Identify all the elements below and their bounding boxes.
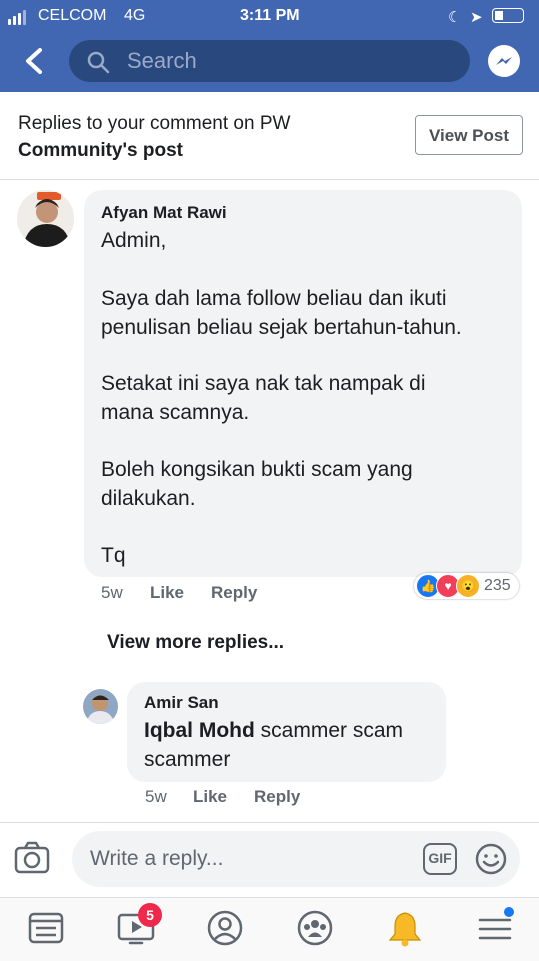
divider [0, 179, 539, 180]
reply-button[interactable]: Reply [211, 582, 257, 604]
moon-icon: ☾ [448, 9, 462, 26]
comment-text: mana scamnya. [101, 401, 250, 424]
clock: 3:11 PM [240, 7, 300, 24]
signal-icon [8, 10, 26, 25]
battery-icon [492, 8, 524, 23]
reply-time: 5w [145, 787, 167, 806]
avatar[interactable] [17, 190, 74, 247]
location-icon: ➤ [470, 9, 483, 26]
emoji-icon[interactable] [475, 843, 507, 880]
back-arrow-icon[interactable] [20, 44, 50, 78]
comment-text: penulisan beliau sejak bertahun-tahun. [101, 316, 462, 339]
reply-button[interactable]: Reply [254, 786, 300, 808]
comment-time: 5w [101, 583, 123, 602]
comment-text: Setakat ini saya nak tak nampak di [101, 372, 426, 395]
notification-text-line1: Replies to your comment on PW [18, 113, 291, 134]
reply-text: Iqbal Mohd scammer scam [144, 716, 403, 746]
notifications-icon[interactable] [385, 908, 425, 948]
bottom-navigation [0, 897, 539, 961]
notification-text-line2: Community's post [18, 140, 183, 161]
avatar[interactable] [83, 689, 118, 724]
reply-author[interactable]: Amir San [144, 693, 219, 713]
carrier-label: CELCOM [38, 7, 107, 24]
divider [0, 822, 539, 823]
comment-text: Saya dah lama follow beliau dan ikuti [101, 287, 447, 310]
comment-text: Boleh kongsikan bukti scam yang [101, 458, 413, 481]
comment-author[interactable]: Afyan Mat Rawi [101, 203, 227, 223]
like-button[interactable]: Like [193, 786, 227, 808]
reply-placeholder: Write a reply... [90, 847, 224, 870]
comment-text: dilakukan. [101, 487, 196, 510]
groups-icon[interactable] [295, 908, 335, 948]
view-more-replies-link[interactable]: View more replies... [107, 631, 284, 655]
reply-text-line1: scammer scam [254, 719, 404, 742]
gif-button[interactable]: GIF [423, 843, 457, 875]
reply-text-line2: scammer [144, 748, 231, 771]
wow-icon: 😮 [456, 574, 480, 598]
messenger-icon[interactable] [488, 45, 520, 77]
news-feed-icon[interactable] [26, 908, 66, 948]
view-post-button[interactable]: View Post [415, 115, 523, 155]
reaction-count: 235 [484, 577, 511, 594]
watch-badge: 5 [138, 903, 162, 927]
reaction-summary[interactable]: 👍 ♥ 😮 235 [414, 573, 519, 599]
search-placeholder: Search [127, 48, 197, 73]
comment-text: Tq [101, 544, 126, 567]
comment-text: Admin, [101, 229, 167, 252]
mention-link[interactable]: Iqbal Mohd [144, 719, 255, 742]
camera-icon[interactable] [14, 840, 50, 881]
like-button[interactable]: Like [150, 582, 184, 604]
search-icon [86, 50, 110, 79]
menu-notification-dot [504, 907, 514, 917]
notification-header: Replies to your comment on PW Community'… [18, 110, 378, 164]
profile-icon[interactable] [205, 908, 245, 948]
network-label: 4G [124, 7, 146, 24]
